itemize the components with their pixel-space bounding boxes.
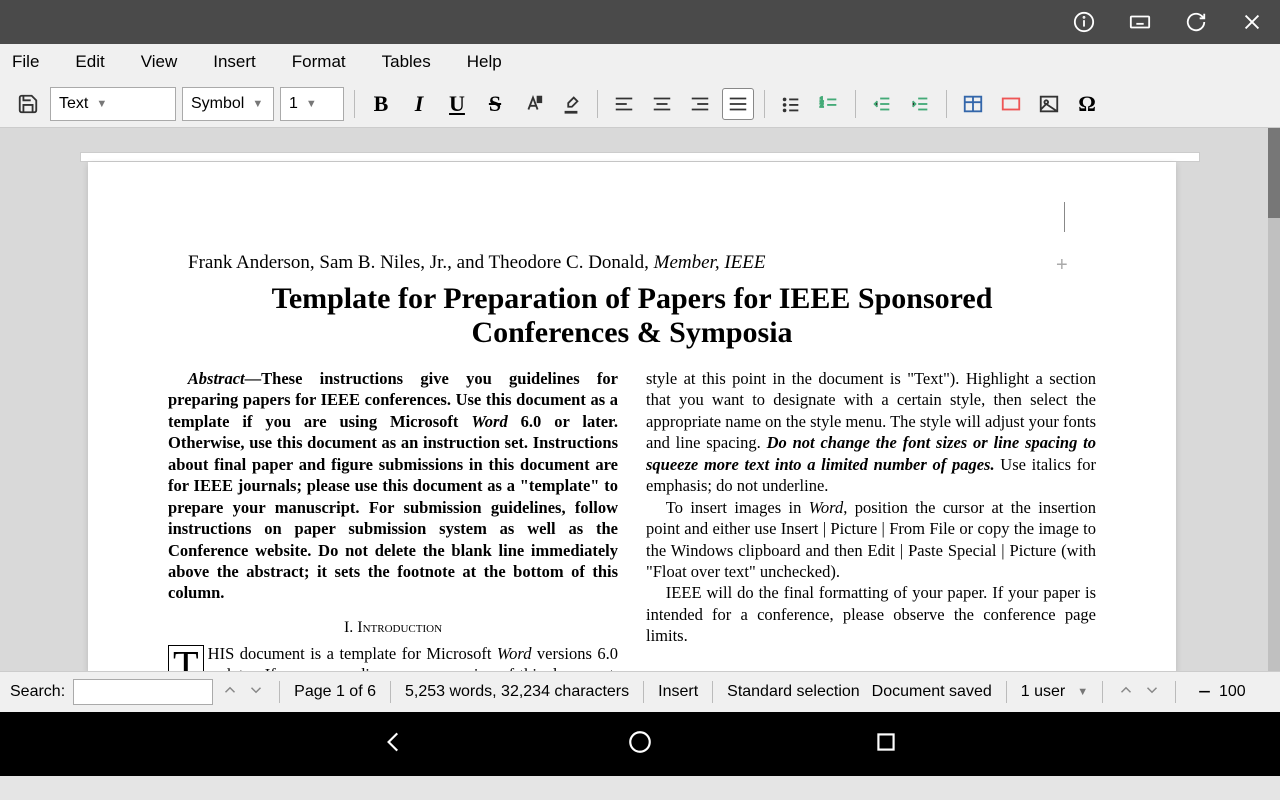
menu-help[interactable]: Help: [467, 52, 502, 72]
vertical-scrollbar[interactable]: [1268, 128, 1280, 671]
align-center-button[interactable]: [646, 88, 678, 120]
abstract-text: Abstract—These instructions give you gui…: [168, 368, 618, 604]
zoom-value[interactable]: 100: [1219, 683, 1246, 701]
cursor-mark: [1056, 202, 1076, 242]
menu-bar: File Edit View Insert Format Tables Help: [0, 44, 1280, 80]
page-indicator[interactable]: Page 1 of 6: [294, 683, 376, 701]
italic-button[interactable]: I: [403, 88, 435, 120]
save-status: Document saved: [872, 683, 992, 701]
style-value: Text: [59, 95, 88, 113]
page-up-icon[interactable]: [1117, 681, 1135, 704]
menu-view[interactable]: View: [141, 52, 178, 72]
menu-format[interactable]: Format: [292, 52, 346, 72]
page-down-icon[interactable]: [1143, 681, 1161, 704]
title-bar: [0, 0, 1280, 44]
align-left-button[interactable]: [608, 88, 640, 120]
font-size-select[interactable]: 1▼: [280, 87, 344, 121]
keyboard-icon[interactable]: [1124, 6, 1156, 38]
search-input[interactable]: [73, 679, 213, 705]
search-label: Search:: [10, 683, 65, 701]
strikethrough-button[interactable]: S: [479, 88, 511, 120]
indent-increase-button[interactable]: [904, 88, 936, 120]
authors-line: Frank Anderson, Sam B. Niles, Jr., and T…: [188, 252, 1096, 274]
android-navbar: [0, 712, 1280, 776]
user-count[interactable]: 1 user: [1021, 683, 1065, 701]
refresh-icon[interactable]: [1180, 6, 1212, 38]
indent-decrease-button[interactable]: [866, 88, 898, 120]
selection-mode[interactable]: Standard selection: [727, 683, 860, 701]
info-icon[interactable]: [1068, 6, 1100, 38]
document-page[interactable]: Frank Anderson, Sam B. Niles, Jr., and T…: [88, 162, 1176, 671]
menu-edit[interactable]: Edit: [75, 52, 104, 72]
font-select[interactable]: Symbol▼: [182, 87, 274, 121]
numbered-list-button[interactable]: 12: [813, 88, 845, 120]
search-next-icon[interactable]: [247, 681, 265, 704]
highlight-button[interactable]: [555, 88, 587, 120]
document-title: Template for Preparation of Papers for I…: [168, 282, 1096, 350]
font-color-button[interactable]: [517, 88, 549, 120]
ruler[interactable]: [80, 152, 1200, 162]
home-icon[interactable]: [627, 729, 653, 760]
align-justify-button[interactable]: [722, 88, 754, 120]
underline-button[interactable]: U: [441, 88, 473, 120]
status-bar: Search: Page 1 of 6 5,253 words, 32,234 …: [0, 671, 1280, 712]
save-icon[interactable]: [12, 88, 44, 120]
column-right: style at this point in the document is "…: [646, 368, 1096, 671]
align-right-button[interactable]: [684, 88, 716, 120]
back-icon[interactable]: [381, 729, 407, 760]
font-value: Symbol: [191, 95, 244, 113]
insert-table-button[interactable]: [957, 88, 989, 120]
toolbar: Text▼ Symbol▼ 1▼ B I U S 12 Ω: [0, 80, 1280, 128]
svg-text:2: 2: [820, 101, 824, 108]
insert-symbol-button[interactable]: Ω: [1071, 88, 1103, 120]
column-left: Abstract—These instructions give you gui…: [168, 368, 618, 671]
size-value: 1: [289, 95, 298, 113]
intro-paragraph: THIS document is a template for Microsof…: [168, 643, 618, 671]
paragraph-style-select[interactable]: Text▼: [50, 87, 176, 121]
search-prev-icon[interactable]: [221, 681, 239, 704]
close-icon[interactable]: [1236, 6, 1268, 38]
menu-tables[interactable]: Tables: [382, 52, 431, 72]
menu-file[interactable]: File: [12, 52, 39, 72]
workspace[interactable]: Frank Anderson, Sam B. Niles, Jr., and T…: [0, 128, 1280, 671]
recent-apps-icon[interactable]: [873, 729, 899, 760]
menu-insert[interactable]: Insert: [213, 52, 256, 72]
section-heading: I. Introduction: [168, 618, 618, 639]
word-count[interactable]: 5,253 words, 32,234 characters: [405, 683, 629, 701]
zoom-out-icon[interactable]: −: [1198, 679, 1211, 705]
bullet-list-button[interactable]: [775, 88, 807, 120]
insert-textbox-button[interactable]: [995, 88, 1027, 120]
insert-image-button[interactable]: [1033, 88, 1065, 120]
scrollbar-thumb[interactable]: [1268, 128, 1280, 218]
bold-button[interactable]: B: [365, 88, 397, 120]
insert-mode[interactable]: Insert: [658, 683, 698, 701]
